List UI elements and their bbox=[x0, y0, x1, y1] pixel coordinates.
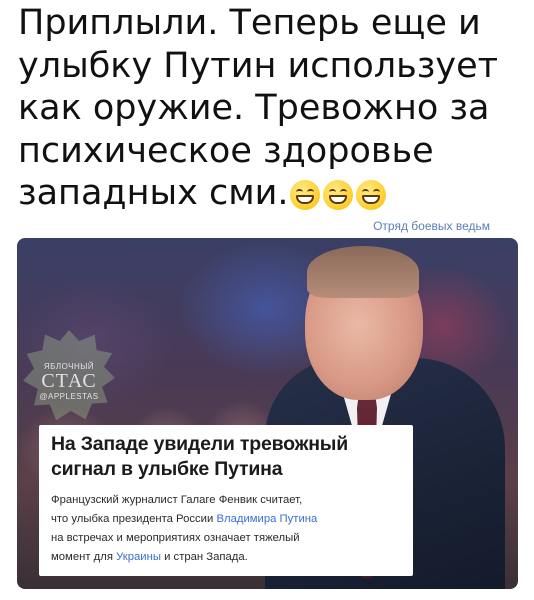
emoji-group bbox=[290, 180, 387, 210]
grinning-face-icon bbox=[290, 180, 321, 210]
news-body-text: и стран Запада. bbox=[160, 551, 248, 563]
person-hair bbox=[307, 246, 419, 298]
grinning-face-icon bbox=[356, 180, 387, 210]
news-link-putin[interactable]: Владимира Путина bbox=[216, 513, 317, 525]
caption-line-5: западных сми. bbox=[18, 172, 523, 215]
watermark-line-3: @APPLESTAS bbox=[39, 392, 99, 401]
caption-line-2: улыбку Путин использует bbox=[18, 45, 498, 86]
news-card: На Западе увидели тревожный сигнал в улы… bbox=[39, 425, 413, 576]
source-label[interactable]: Отряд боевых ведьм bbox=[373, 219, 490, 233]
news-body: Французский журналист Галаге Фенвик счит… bbox=[51, 491, 403, 567]
news-body-text: момент для bbox=[51, 551, 117, 563]
watermark-line-2: СТАС bbox=[41, 370, 97, 392]
news-headline-line-2: сигнал в улыбке Путина bbox=[51, 458, 283, 480]
news-body-text: что улыбка президента России bbox=[51, 513, 217, 525]
watermark-logo: ЯБЛОЧНЫЙ СТАС @APPLESTAS bbox=[23, 330, 115, 422]
post-image[interactable]: ЯБЛОЧНЫЙ СТАС @APPLESTAS На Западе увиде… bbox=[17, 238, 518, 589]
caption-line-5-text: западных сми. bbox=[18, 173, 289, 213]
news-headline-line-1: На Западе увидели тревожный bbox=[51, 433, 349, 455]
news-body-line-3: на встречах и мероприятиях означает тяже… bbox=[51, 532, 300, 544]
caption-line-3: как оружие. Тревожно за bbox=[18, 88, 490, 128]
news-link-ukraine[interactable]: Украины bbox=[116, 551, 161, 563]
caption-line-1: Приплыли. Теперь еще и bbox=[18, 3, 481, 43]
news-headline: На Западе увидели тревожный сигнал в улы… bbox=[51, 432, 403, 482]
news-body-line-2: что улыбка президента России Владимира П… bbox=[51, 510, 403, 529]
news-body-line-1: Французский журналист Галаге Фенвик счит… bbox=[51, 494, 303, 506]
news-body-line-4: момент для Украины и стран Запада. bbox=[51, 548, 403, 567]
grinning-face-icon bbox=[323, 180, 354, 210]
post-caption: Приплыли. Теперь еще и улыбку Путин испо… bbox=[18, 2, 523, 215]
caption-line-4: психическое здоровье bbox=[18, 130, 434, 171]
